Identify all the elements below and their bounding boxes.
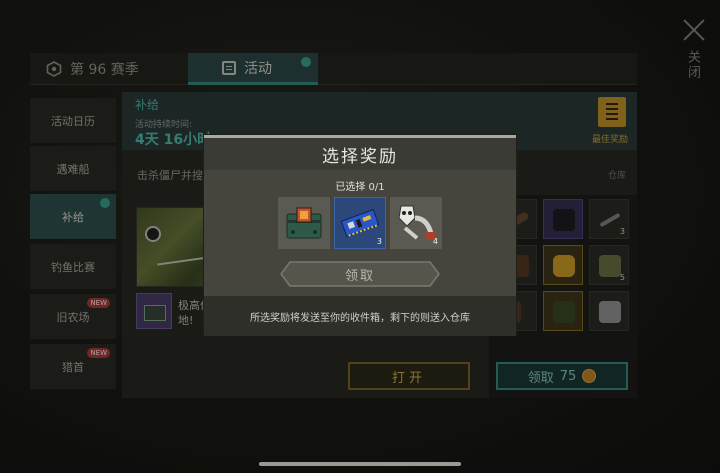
explosive-crate-icon bbox=[286, 207, 322, 239]
modal-claim-button[interactable]: 领取 bbox=[280, 261, 440, 287]
modal-body: 已选择 0/1 3 4 领取 bbox=[204, 170, 516, 296]
selected-count: 已选择 0/1 bbox=[335, 182, 385, 193]
reward-option-mask-parts[interactable]: 4 bbox=[390, 197, 442, 249]
modal-title: 选择奖励 bbox=[322, 146, 398, 167]
home-indicator[interactable] bbox=[259, 462, 461, 466]
modal-footer-note: 所选奖励将发送至你的收件箱，剩下的则送入仓库 bbox=[204, 296, 516, 336]
reward-option-explosive-crate[interactable] bbox=[278, 197, 330, 249]
reward-count: 3 bbox=[376, 237, 382, 246]
reward-count: 4 bbox=[432, 237, 438, 246]
modal-claim-label: 领取 bbox=[344, 268, 375, 284]
reward-option-circuit-board[interactable]: 3 bbox=[334, 197, 386, 249]
select-reward-modal: 选择奖励 已选择 0/1 3 4 领取 所选奖励将发送至你的收件箱，剩下的则送入… bbox=[204, 135, 516, 336]
